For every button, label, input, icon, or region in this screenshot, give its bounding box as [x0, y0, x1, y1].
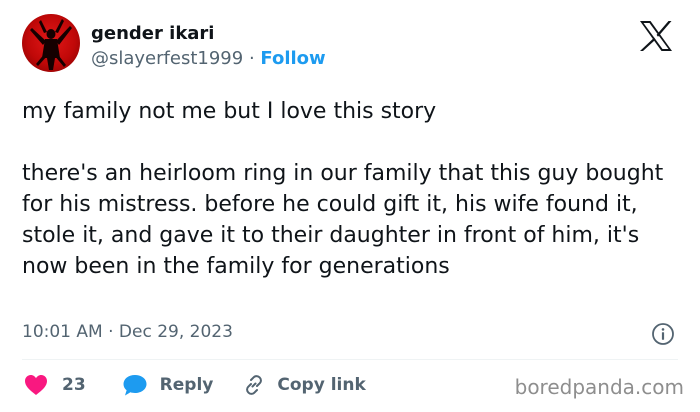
avatar[interactable]	[22, 14, 80, 72]
heart-icon	[25, 375, 47, 395]
copy-link-label: Copy link	[277, 375, 366, 395]
tweet-timestamp[interactable]: 10:01 AM · Dec 29, 2023	[22, 320, 233, 344]
reply-label: Reply	[159, 375, 214, 395]
display-name[interactable]: gender ikari	[91, 22, 326, 46]
like-button[interactable]: 23	[24, 374, 86, 396]
action-bar: 23 Reply Copy link	[24, 372, 366, 398]
copy-link-button[interactable]: Copy link	[243, 374, 366, 396]
handle-row: @slayerfest1999 · Follow	[91, 47, 326, 71]
handle-separator: ·	[248, 48, 255, 69]
tweet-card: gender ikari @slayerfest1999 · Follow my…	[0, 0, 700, 412]
tweet-date: Dec 29, 2023	[118, 322, 233, 342]
author-block: gender ikari @slayerfest1999 · Follow	[91, 22, 326, 71]
x-logo-icon[interactable]	[638, 20, 674, 52]
divider	[22, 359, 678, 360]
timestamp-separator: ·	[108, 322, 114, 342]
link-icon	[246, 375, 263, 395]
follow-button[interactable]: Follow	[260, 48, 325, 69]
speech-bubble-icon	[123, 375, 147, 396]
tweet-text: my family not me but I love this story t…	[22, 99, 664, 279]
reply-button[interactable]: Reply	[122, 373, 214, 397]
watermark: boredpanda.com	[514, 375, 684, 399]
like-count: 23	[62, 375, 86, 395]
avatar-figure-icon	[30, 19, 72, 70]
tweet-time: 10:01 AM	[22, 322, 103, 342]
info-icon[interactable]	[651, 322, 675, 346]
user-handle[interactable]: @slayerfest1999	[91, 48, 243, 69]
